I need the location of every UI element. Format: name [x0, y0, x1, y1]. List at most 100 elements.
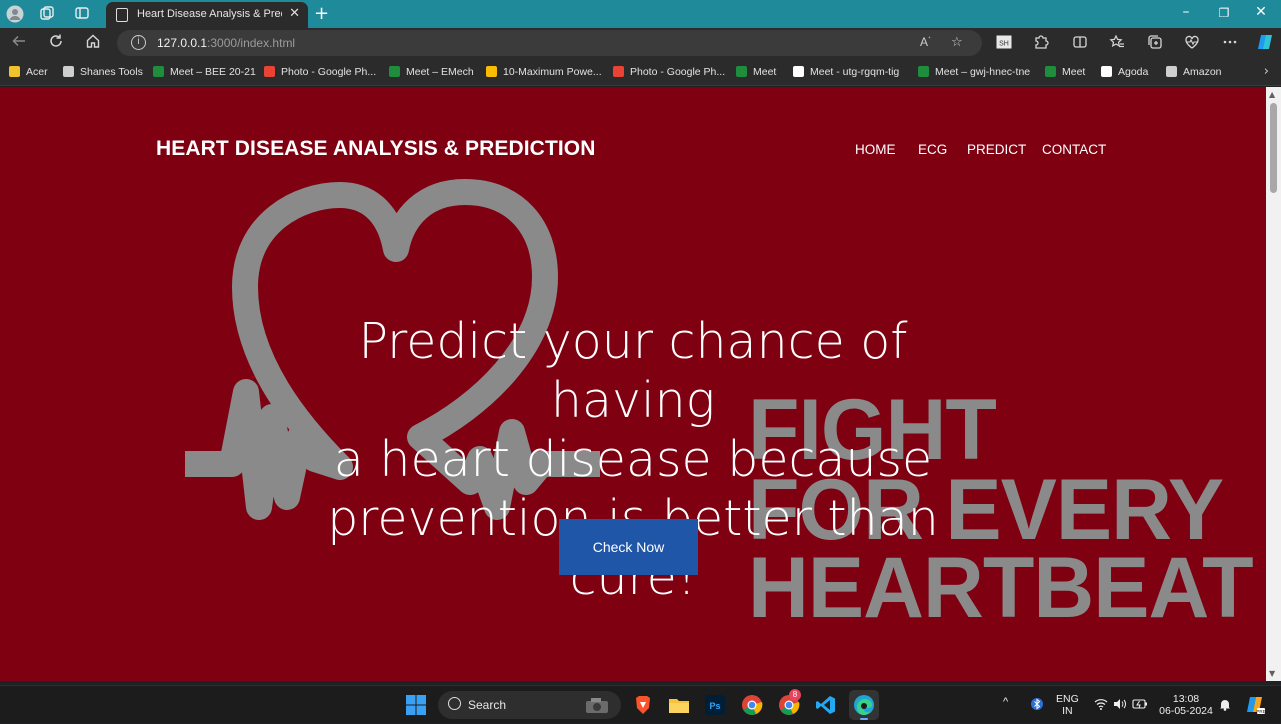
bookmark-label: Shanes Tools [80, 66, 143, 78]
close-window-icon[interactable]: ✕ [1251, 4, 1271, 20]
vscode-icon[interactable] [815, 694, 837, 716]
workspaces-icon[interactable] [38, 5, 56, 23]
nav-ecg[interactable]: ECG [918, 142, 947, 157]
extensions-puzzle-icon[interactable] [1032, 34, 1050, 54]
hero-line-1: Predict your chance of having [358, 313, 908, 429]
copilot-taskbar-icon[interactable]: PRE [1244, 694, 1266, 719]
bookmark-label: Photo - Google Ph... [630, 66, 726, 78]
language-indicator[interactable]: ENG IN [1056, 693, 1079, 717]
tab-actions-icon[interactable] [73, 5, 91, 23]
home-icon[interactable] [83, 33, 103, 53]
drive-icon [486, 66, 497, 77]
bookmark-item[interactable]: Meet – BEE 20-21 [153, 66, 256, 78]
region-code: IN [1062, 705, 1073, 717]
browser-tab-active[interactable]: Heart Disease Analysis & Predicti ✕ [106, 2, 308, 28]
wifi-icon[interactable] [1094, 698, 1108, 713]
page-scrollbar[interactable]: ▲ ▼ [1266, 87, 1281, 681]
address-bar[interactable]: i 127.0.0.1:3000/index.html Aᐩ ☆ [117, 30, 982, 56]
bookmark-item[interactable]: Agoda [1101, 66, 1148, 78]
scroll-down-icon[interactable]: ▼ [1269, 669, 1275, 678]
taskbar-search-label: Search [468, 698, 507, 712]
bookmark-item[interactable]: Acer [9, 66, 48, 78]
bookmark-item[interactable]: Meet [1045, 66, 1085, 78]
windows-taskbar: Search Ps 8 ^ ENG IN 13:08 06-05-2024 PR… [0, 685, 1281, 723]
check-now-button[interactable]: Check Now [559, 519, 698, 575]
address-toolbar: i 127.0.0.1:3000/index.html Aᐩ ☆ SH [0, 28, 1281, 58]
bookmark-label: Meet – EMech [406, 66, 474, 78]
google-icon [793, 66, 804, 77]
edge-taskbar-icon[interactable] [849, 690, 879, 720]
site-info-icon[interactable]: i [131, 35, 146, 50]
bookmark-label: Amazon [1183, 66, 1222, 78]
bookmarks-overflow-icon[interactable]: › [1264, 64, 1269, 79]
favorites-icon[interactable] [1108, 34, 1126, 54]
copilot-icon[interactable] [1254, 32, 1276, 56]
chrome-profile-icon[interactable]: 8 [778, 689, 801, 716]
collections-icon[interactable] [1146, 34, 1164, 54]
new-tab-icon[interactable]: + [314, 3, 329, 24]
search-icon [448, 697, 461, 710]
bookmarks-bar: Acer Shanes Tools Meet – BEE 20-21 Photo - … [0, 58, 1281, 86]
taskbar-search-box[interactable]: Search [438, 691, 621, 719]
webpage-viewport: FIGHT FOR EVERY HEARTBEAT HEART DISEASE … [0, 87, 1266, 681]
windows-start-icon[interactable] [405, 694, 427, 716]
minimize-icon[interactable]: – [1176, 4, 1196, 20]
clock[interactable]: 13:08 06-05-2024 [1158, 693, 1214, 717]
refresh-icon[interactable] [46, 33, 66, 53]
folder-icon [9, 66, 20, 77]
scroll-up-icon[interactable]: ▲ [1269, 90, 1275, 99]
bookmark-item[interactable]: Meet [736, 66, 776, 78]
agoda-icon [1101, 66, 1112, 77]
page-icon [116, 8, 128, 22]
profile-avatar-icon[interactable] [6, 5, 24, 23]
browser-tab-strip: Heart Disease Analysis & Predicti ✕ + – … [0, 0, 1281, 28]
bookmark-item[interactable]: Meet – EMech [389, 66, 474, 78]
notification-badge: 8 [789, 689, 801, 701]
back-icon[interactable] [9, 33, 29, 53]
svg-text:PRE: PRE [1256, 709, 1265, 714]
battery-icon[interactable] [1132, 698, 1148, 713]
nav-home[interactable]: HOME [855, 142, 896, 157]
bookmark-item[interactable]: Meet – gwj-hnec-tne [918, 66, 1030, 78]
photoshop-icon[interactable]: Ps [704, 694, 726, 716]
meet-icon [1045, 66, 1056, 77]
split-screen-icon[interactable] [1071, 34, 1089, 54]
more-options-icon[interactable] [1221, 34, 1239, 54]
nav-contact[interactable]: CONTACT [1042, 142, 1106, 157]
file-explorer-icon[interactable] [668, 694, 690, 716]
bookmark-label: Meet – BEE 20-21 [170, 66, 256, 78]
bookmark-label: Meet – gwj-hnec-tne [935, 66, 1031, 78]
volume-icon[interactable] [1113, 698, 1127, 713]
extension-sh-icon[interactable]: SH [995, 34, 1013, 54]
page-icon [1166, 66, 1177, 77]
nav-predict[interactable]: PREDICT [967, 142, 1026, 157]
bookmark-label: 10-Maximum Powe... [503, 66, 602, 78]
bookmark-item[interactable]: Meet - utg-rgqm-tig [793, 66, 899, 78]
brave-browser-icon[interactable] [632, 694, 654, 716]
meet-icon [153, 66, 164, 77]
bluetooth-icon[interactable] [1031, 697, 1043, 714]
chrome-icon[interactable] [741, 694, 763, 716]
meet-icon [918, 66, 929, 77]
favorite-star-icon[interactable]: ☆ [951, 35, 963, 50]
bookmark-label: Meet [1062, 66, 1086, 78]
bookmark-item[interactable]: Amazon [1166, 66, 1222, 78]
read-aloud-icon[interactable]: Aᐩ [920, 35, 931, 49]
maximize-icon[interactable]: ❐ [1214, 6, 1234, 20]
svg-text:SH: SH [999, 41, 1009, 48]
meet-icon [389, 66, 400, 77]
bookmark-item[interactable]: Photo - Google Ph... [613, 66, 725, 78]
notifications-bell-icon[interactable] [1219, 698, 1231, 714]
url-text[interactable]: 127.0.0.1:3000/index.html [157, 36, 295, 50]
site-title[interactable]: HEART DISEASE ANALYSIS & PREDICTION [156, 137, 596, 161]
bookmark-label: Meet - utg-rgqm-tig [810, 66, 900, 78]
close-tab-icon[interactable]: ✕ [289, 6, 300, 21]
show-hidden-icons-icon[interactable]: ^ [1003, 696, 1008, 708]
scrollbar-thumb[interactable] [1270, 103, 1277, 193]
bookmark-item[interactable]: Photo - Google Ph... [264, 66, 376, 78]
bookmark-item[interactable]: Shanes Tools [63, 66, 143, 78]
page-icon [63, 66, 74, 77]
bookmark-label: Acer [26, 66, 48, 78]
bookmark-item[interactable]: 10-Maximum Powe... [486, 66, 602, 78]
browser-essentials-icon[interactable] [1183, 34, 1201, 54]
